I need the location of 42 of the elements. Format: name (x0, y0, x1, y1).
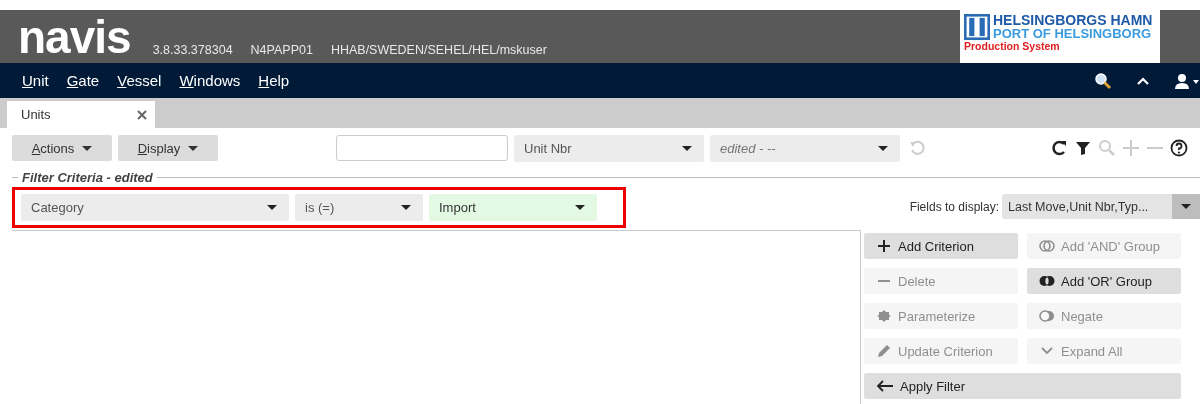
search-field[interactable] (336, 135, 508, 161)
overlapping-circles-icon (1039, 239, 1055, 253)
menu-item[interactable]: Gate (66, 72, 100, 89)
user-icon[interactable] (1174, 72, 1200, 89)
units-tab[interactable]: Units (7, 101, 155, 128)
plus-icon (876, 239, 892, 253)
brand-subtitle: PORT OF HELSINGBORG (993, 27, 1153, 40)
refresh-icon[interactable] (1050, 139, 1068, 157)
actions-button[interactable]: Actions (12, 135, 112, 161)
pencil-icon (876, 344, 892, 358)
display-button[interactable]: Display (118, 135, 218, 161)
overlapping-circles-icon (1039, 274, 1055, 288)
overlapping-circles-icon (1039, 309, 1055, 323)
brand-title: HELSINGBORGS HAMN (993, 13, 1153, 27)
menu-item[interactable]: Help (258, 72, 290, 89)
version-text: 3.8.33.378304 (152, 43, 233, 59)
navis-logo: navis (18, 15, 131, 59)
menu-item[interactable]: Unit (22, 72, 49, 89)
arrow-left-icon (876, 380, 894, 392)
server-text: N4PAPP01 (250, 43, 313, 59)
operator-dropdown[interactable]: is (=) (295, 194, 423, 221)
production-label: Production System (964, 40, 1061, 53)
search-icon[interactable] (1094, 71, 1112, 90)
criterion-field-dropdown[interactable]: Category (21, 194, 289, 221)
field-dropdown[interactable]: Unit Nbr (514, 134, 704, 162)
apply-filter-button[interactable]: Apply Filter (864, 373, 1181, 399)
menu-item[interactable]: Windows (179, 72, 241, 89)
gear-icon (876, 309, 892, 323)
value-dropdown[interactable]: Import (429, 194, 597, 221)
filter-icon[interactable] (1074, 139, 1092, 157)
port-emblem-icon (964, 13, 990, 40)
fields-to-display-dropdown[interactable]: Last Move,Unit Nbr,Typ... (1002, 194, 1200, 219)
criterion-action-button[interactable]: Add 'OR' Group (1027, 268, 1181, 294)
filter-criteria-legend: Filter Criteria - edited (18, 170, 157, 185)
saved-filter-dropdown[interactable]: edited - -- (710, 134, 900, 162)
chevron-up-icon[interactable] (1136, 75, 1150, 86)
help-icon[interactable] (1170, 139, 1188, 157)
close-icon[interactable] (137, 109, 147, 120)
user-path-text: HHAB/SWEDEN/SEHEL/HEL/mskuser (330, 43, 547, 59)
fields-to-display-label: Fields to display: (909, 199, 999, 214)
menu-item[interactable]: Vessel (117, 72, 162, 89)
criterion-action-button[interactable]: Add Criterion (864, 233, 1018, 259)
